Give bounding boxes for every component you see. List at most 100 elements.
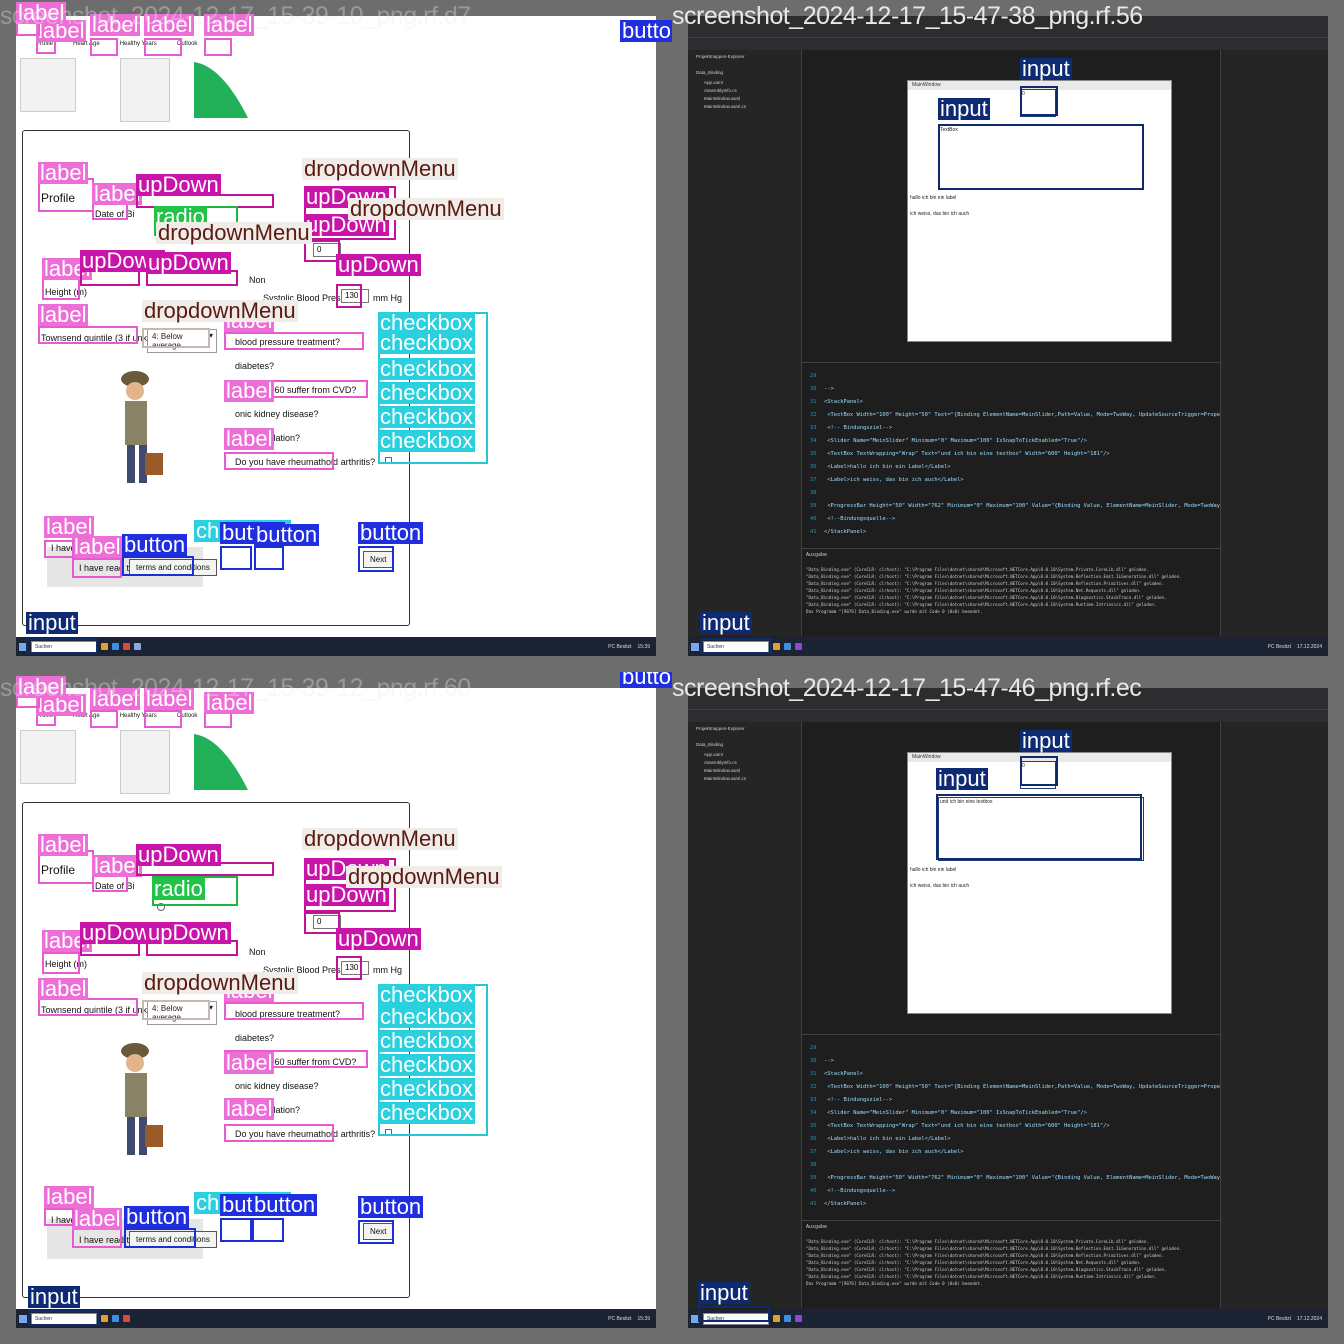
windows-start-icon[interactable] — [691, 1314, 699, 1323]
code-text: <Slider Name="MeinSlider" Minimum="0" Ma… — [824, 438, 1087, 444]
dob-label: Date of Bi — [95, 209, 135, 219]
systolic-updown[interactable]: 130 — [341, 961, 369, 975]
sex-radio[interactable] — [157, 903, 165, 911]
sex-radio[interactable] — [157, 231, 165, 239]
windows-start-icon[interactable] — [19, 642, 27, 651]
thumbnail-strip — [20, 58, 260, 128]
file-node[interactable]: App.xaml — [704, 80, 723, 85]
windows-start-icon[interactable] — [19, 1314, 27, 1323]
file-node[interactable]: MainWindow.xaml.cs — [704, 776, 746, 781]
bp-checkbox[interactable] — [385, 1009, 392, 1016]
tab-outlook[interactable]: Outlook — [177, 713, 198, 719]
app-icon[interactable] — [112, 1315, 119, 1322]
taskbar-search-input[interactable]: Suchen — [31, 640, 97, 653]
slider-textbox[interactable]: 0 — [1020, 89, 1056, 117]
terms-button[interactable]: terms and conditions — [129, 1231, 217, 1248]
xaml-designer: MainWindow 0 TextBox hallo ich bin ein l… — [802, 50, 1220, 362]
townsend-select[interactable]: 4: Below average — [147, 1001, 217, 1025]
zero-updown[interactable]: 0 — [313, 243, 341, 257]
file-node[interactable]: AssemblyInfo.cs — [704, 88, 737, 93]
app-icon[interactable] — [795, 1315, 802, 1322]
ra-checkbox[interactable] — [385, 1129, 392, 1136]
diabetes-checkbox[interactable] — [385, 1033, 392, 1040]
tab-healthy-years[interactable]: Healthy Years — [120, 41, 157, 47]
app-icon[interactable] — [784, 643, 791, 650]
slider-textbox[interactable]: 0 — [1020, 761, 1056, 789]
app-icon[interactable] — [101, 1315, 108, 1322]
code-text: <ProgressBar Height="50" Width="762" Min… — [824, 1175, 1240, 1181]
app-icon[interactable] — [773, 643, 780, 650]
code-line: 41 </StackPanel> — [810, 1201, 866, 1207]
ra-checkbox[interactable] — [385, 457, 392, 464]
output-line: "Data_Binding.exe" (CoreCLR: clrhost): "… — [806, 588, 1142, 593]
kidney-checkbox[interactable] — [385, 409, 392, 416]
app-icon[interactable] — [101, 643, 108, 650]
code-editor[interactable]: 29 30 --> 31 <StackPanel> 32 <TextBox Width="… — [802, 362, 1239, 548]
height-label: Height (m) — [45, 959, 88, 969]
tab-outlook[interactable]: Outlook — [177, 41, 198, 47]
have-ne-text: I have ne — [51, 1215, 89, 1225]
tab-heart-age[interactable]: Heart Age — [73, 713, 100, 719]
systolic-updown[interactable]: 130 — [341, 289, 369, 303]
townsend-select[interactable]: 4: Below average — [147, 329, 217, 353]
taskbar-search-input[interactable]: Suchen — [703, 1312, 769, 1325]
tab-profile[interactable]: Profile — [36, 41, 53, 47]
diabetes-checkbox[interactable] — [385, 361, 392, 368]
tab-healthy-years[interactable]: Healthy Years — [120, 713, 157, 719]
code-text: <!--Bindungsquelle--> — [824, 1188, 896, 1194]
af-checkbox[interactable] — [385, 433, 392, 440]
tile-filename: screenshot_2024-12-17_15-47-46_png.rf.ec — [672, 674, 1142, 702]
code-line: 33 <!-- Bindungsziel--> — [810, 425, 892, 431]
wrap-textbox[interactable]: TextBox — [938, 125, 1144, 189]
file-node[interactable]: App.xaml — [704, 752, 723, 757]
tab-heart-age[interactable]: Heart Age — [73, 41, 100, 47]
line-number: 38 — [810, 1162, 817, 1168]
project-node[interactable]: Data_Binding — [696, 742, 723, 747]
windows-start-icon[interactable] — [691, 642, 699, 651]
q-bp-treatment: blood pressure treatment? — [235, 1009, 341, 1019]
wrap-textbox[interactable]: und ich bin eine textbox — [938, 797, 1144, 861]
taskbar-search-input[interactable]: Suchen — [31, 1312, 97, 1325]
line-number: 35 — [810, 451, 817, 457]
line-number: 41 — [810, 529, 817, 535]
app-icon[interactable] — [134, 643, 141, 650]
code-text: <!-- Bindungsziel--> — [824, 1097, 893, 1103]
code-text: <Label>hallo ich bin ein Label</Label> — [824, 1136, 951, 1142]
taskbar-status: PC Besitzt — [1267, 1315, 1291, 1322]
app-icon[interactable] — [112, 643, 119, 650]
app-icon[interactable] — [773, 1315, 780, 1322]
ide-screenshot: Projektmappen-Explorer Data_Binding App.… — [688, 688, 1328, 1328]
profile-heading: Profile — [41, 191, 76, 205]
code-editor[interactable]: 29 30 --> 31 <StackPanel> 32 <TextBox Width="… — [802, 1034, 1239, 1220]
terms-button[interactable]: terms and conditions — [129, 559, 217, 576]
line-number: 30 — [810, 386, 817, 392]
cvd-checkbox[interactable] — [385, 1057, 392, 1064]
file-node[interactable]: MainWindow.xaml — [704, 96, 740, 101]
af-checkbox[interactable] — [385, 1105, 392, 1112]
code-text: <Label>ich weiss, das bin ich auch</Labe… — [824, 477, 964, 483]
app-icon[interactable] — [123, 1315, 130, 1322]
code-line: 36 <Label>hallo ich bin ein Label</Label… — [810, 464, 951, 470]
bp-checkbox[interactable] — [385, 337, 392, 344]
tile-top-right: screenshot_2024-12-17_15-47-38_png.rf.56… — [672, 0, 1344, 672]
cvd-checkbox[interactable] — [385, 385, 392, 392]
code-text: </StackPanel> — [824, 529, 867, 535]
file-node[interactable]: MainWindow.xaml.cs — [704, 104, 746, 109]
q-kidney: onic kidney disease? — [235, 1081, 319, 1091]
kidney-checkbox[interactable] — [385, 1081, 392, 1088]
file-node[interactable]: MainWindow.xaml — [704, 768, 740, 773]
solution-explorer: Projektmappen-Explorer Data_Binding App.… — [688, 722, 802, 1308]
properties-pane — [1220, 50, 1328, 636]
app-icon[interactable] — [784, 1315, 791, 1322]
taskbar-status: PC Besitzt — [1267, 643, 1291, 650]
project-node[interactable]: Data_Binding — [696, 70, 723, 75]
next-button[interactable]: Next — [363, 1223, 394, 1240]
app-icon[interactable] — [795, 643, 802, 650]
tab-profile[interactable]: Profile — [36, 713, 53, 719]
next-button[interactable]: Next — [363, 551, 394, 568]
file-node[interactable]: AssemblyInfo.cs — [704, 760, 737, 765]
taskbar-search-input[interactable]: Suchen — [703, 640, 769, 653]
line-number: 38 — [810, 490, 817, 496]
app-icon[interactable] — [123, 643, 130, 650]
zero-updown[interactable]: 0 — [313, 915, 341, 929]
